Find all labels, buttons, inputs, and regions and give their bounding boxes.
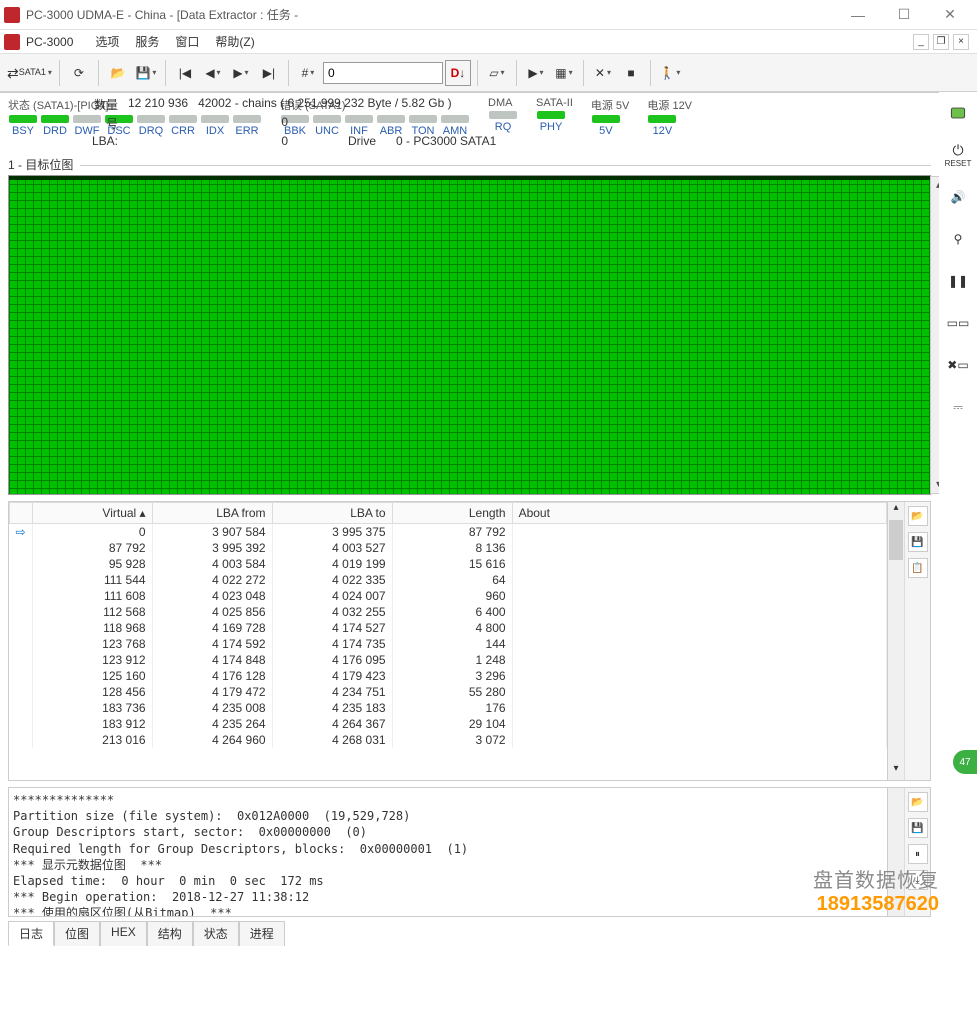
- table-row[interactable]: 183 7364 235 0084 235 183176: [10, 700, 887, 716]
- side-save-button[interactable]: 💾: [908, 532, 928, 552]
- reset-button[interactable]: ⏻RESET: [943, 140, 973, 170]
- open-folder-button[interactable]: 📂: [105, 60, 131, 86]
- tab-struct[interactable]: 结构: [147, 921, 193, 946]
- scroll-up-button[interactable]: ▴: [931, 177, 939, 194]
- bitmap-view[interactable]: ▴ ▾: [8, 175, 931, 495]
- bitmap-group-title: 1 - 目标位图: [0, 154, 939, 175]
- close-button[interactable]: ✕: [927, 0, 973, 30]
- num-value: 0: [128, 115, 288, 132]
- col-lbafrom[interactable]: LBA from: [152, 503, 272, 524]
- first-button[interactable]: |◀: [172, 60, 198, 86]
- lba-value: 0: [128, 134, 288, 148]
- table-row[interactable]: 87 7923 995 3924 003 5278 136: [10, 540, 887, 556]
- side-copy-button[interactable]: 📋: [908, 558, 928, 578]
- play-button[interactable]: ▶: [523, 60, 549, 86]
- table-row[interactable]: 111 5444 022 2724 022 33564: [10, 572, 887, 588]
- log-text[interactable]: ************** Partition size (file syst…: [9, 788, 887, 916]
- probe-button[interactable]: ⚲: [943, 224, 973, 254]
- maximize-button[interactable]: ☐: [881, 0, 927, 30]
- exit-button[interactable]: 🚶: [657, 60, 683, 86]
- count-label: 数量: [8, 96, 128, 113]
- table-row[interactable]: 118 9684 169 7284 174 5274 800: [10, 620, 887, 636]
- connection-button[interactable]: ⎓: [943, 392, 973, 422]
- minimize-button[interactable]: —: [835, 0, 881, 30]
- log-pause-button[interactable]: ⏸: [908, 844, 928, 864]
- log-panel: ************** Partition size (file syst…: [8, 787, 931, 917]
- bottom-tabs: 日志 位图 HEX 结构 状态 进程: [0, 921, 939, 946]
- table-row[interactable]: 123 7684 174 5924 174 735144: [10, 636, 887, 652]
- stop-button[interactable]: ■: [618, 60, 644, 86]
- table-row[interactable]: 125 1604 176 1284 179 4233 296: [10, 668, 887, 684]
- log-save-button[interactable]: 💾: [908, 818, 928, 838]
- chain-table: Virtual ▴ LBA from LBA to Length About ⇨…: [8, 501, 931, 781]
- table-scroll-thumb[interactable]: [889, 520, 903, 560]
- filter-button[interactable]: ▱: [484, 60, 510, 86]
- tab-hex[interactable]: HEX: [100, 921, 147, 946]
- table-row[interactable]: ⇨03 907 5843 995 37587 792: [10, 524, 887, 541]
- info-panel: 数量 12 210 936 42002 - chains ( 6 251 999…: [0, 92, 939, 154]
- table-row[interactable]: 95 9284 003 5844 019 19915 616: [10, 556, 887, 572]
- refresh-button[interactable]: ⟳: [66, 60, 92, 86]
- tab-state[interactable]: 状态: [193, 921, 239, 946]
- grid-mode-button[interactable]: #: [295, 60, 321, 86]
- col-about[interactable]: About: [512, 503, 886, 524]
- log-open-button[interactable]: 📂: [908, 792, 928, 812]
- table-row[interactable]: 213 0164 264 9604 268 0313 072: [10, 732, 887, 748]
- drive-icon[interactable]: [943, 98, 973, 128]
- tab-log[interactable]: 日志: [8, 921, 54, 946]
- table-row[interactable]: 111 6084 023 0484 024 007960: [10, 588, 887, 604]
- map-button[interactable]: ▭▭: [943, 308, 973, 338]
- scroll-down-button[interactable]: ▾: [931, 476, 939, 493]
- drive-label: Drive: [348, 134, 376, 148]
- app-icon-small: [4, 34, 20, 50]
- lba-label: LBA:: [8, 134, 128, 148]
- notification-badge[interactable]: 47: [953, 750, 977, 774]
- table-scroll-up[interactable]: ▴: [888, 502, 904, 519]
- chains-value: 42002 - chains ( 6 251 999 232 Byte / 5.…: [198, 96, 452, 110]
- table-row[interactable]: 183 9124 235 2644 264 36729 104: [10, 716, 887, 732]
- col-length[interactable]: Length: [392, 503, 512, 524]
- mdi-minimize-button[interactable]: _: [913, 34, 929, 50]
- table-side-toolbar: 📂 💾 📋: [904, 502, 930, 780]
- pause-button[interactable]: ❚❚: [943, 266, 973, 296]
- last-button[interactable]: ▶|: [256, 60, 282, 86]
- table-row[interactable]: 123 9124 174 8484 176 0951 248: [10, 652, 887, 668]
- right-toolbar: ⏻RESET 🔊 ⚲ ❚❚ ▭▭ ✖▭ ⎓: [939, 92, 977, 422]
- table-row[interactable]: 112 5684 025 8564 032 2556 400: [10, 604, 887, 620]
- window-title: PC-3000 UDMA-E - China - [Data Extractor…: [26, 6, 835, 23]
- sound-button[interactable]: 🔊: [943, 182, 973, 212]
- watermark: 盘首数据恢复 18913587620: [813, 864, 939, 916]
- tab-process[interactable]: 进程: [239, 921, 285, 946]
- toolbar: ⇄SATA1 ⟳ 📂 💾 |◀ ◀ ▶ ▶| # D↓ ▱ ▶ ▦ ✕ ■ 🚶: [0, 54, 977, 92]
- tools-button[interactable]: ✕: [590, 60, 616, 86]
- app-icon: [4, 7, 20, 23]
- menu-help[interactable]: 帮助(Z): [207, 31, 262, 52]
- mdi-restore-button[interactable]: ❐: [933, 34, 949, 50]
- step-back-button[interactable]: ◀: [200, 60, 226, 86]
- mdi-close-button[interactable]: ×: [953, 34, 969, 50]
- num-label: 号: [8, 115, 128, 132]
- table-scroll-down[interactable]: ▾: [888, 763, 904, 780]
- menu-options[interactable]: 选项: [87, 31, 127, 52]
- titlebar: PC-3000 UDMA-E - China - [Data Extractor…: [0, 0, 977, 30]
- col-lbato[interactable]: LBA to: [272, 503, 392, 524]
- sata-port-selector[interactable]: ⇄SATA1: [6, 60, 53, 86]
- col-virtual[interactable]: Virtual ▴: [32, 503, 152, 524]
- menubar: PC-3000 选项 服务 窗口 帮助(Z) _ ❐ ×: [0, 30, 977, 54]
- table-view-button[interactable]: ▦: [551, 60, 577, 86]
- step-forward-button[interactable]: ▶: [228, 60, 254, 86]
- menu-service[interactable]: 服务: [127, 31, 167, 52]
- count-value: 12 210 936: [128, 96, 188, 110]
- lba-input[interactable]: [323, 62, 443, 84]
- bitmap-scrollbar[interactable]: ▴ ▾: [930, 176, 939, 494]
- menu-window[interactable]: 窗口: [167, 31, 207, 52]
- side-open-button[interactable]: 📂: [908, 506, 928, 526]
- exclude-button[interactable]: ✖▭: [943, 350, 973, 380]
- brand-label: PC-3000: [26, 35, 73, 49]
- save-button[interactable]: 💾: [133, 60, 159, 86]
- tab-bitmap[interactable]: 位图: [54, 921, 100, 946]
- drive-value: 0 - PC3000 SATA1: [396, 134, 496, 148]
- goto-button[interactable]: D↓: [445, 60, 471, 86]
- table-row[interactable]: 128 4564 179 4724 234 75155 280: [10, 684, 887, 700]
